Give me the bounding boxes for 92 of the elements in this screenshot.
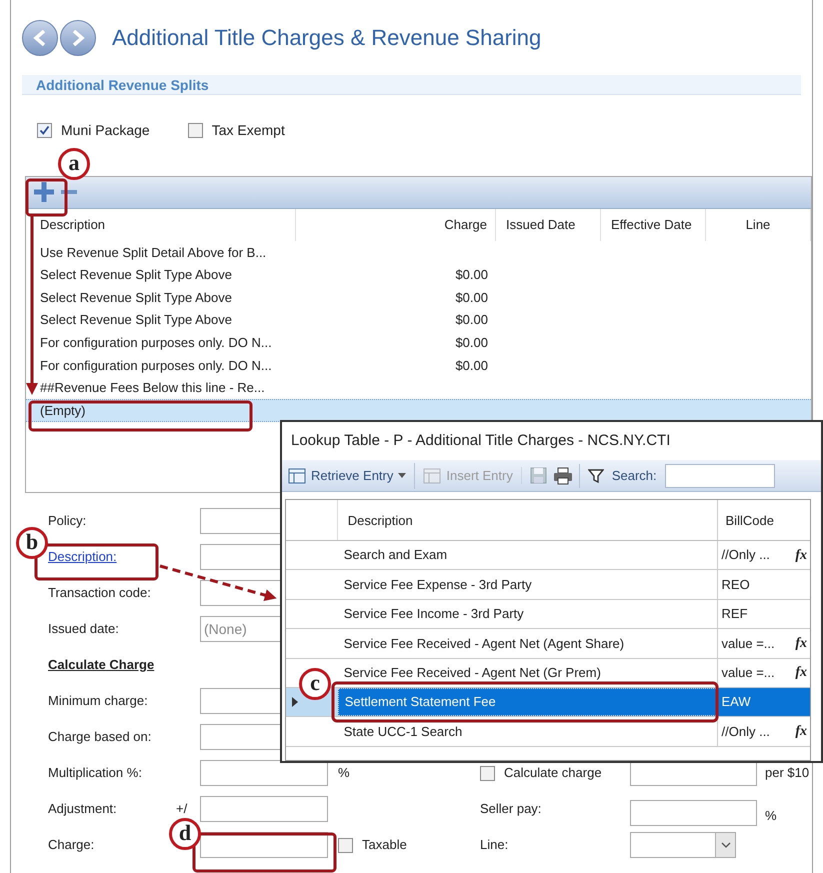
field-label: Seller pay: — [480, 800, 542, 818]
column-header[interactable]: Charge — [296, 209, 496, 241]
table-cell-text: //Only ... — [722, 722, 770, 741]
table-cell: Select Revenue Split Type Above — [40, 312, 232, 328]
table-cell[interactable]: Service Fee Expense - 3rd Party — [338, 570, 718, 599]
window-title: Additional Title Charges & Revenue Sharing — [112, 24, 542, 52]
description-link[interactable]: Description: — [48, 547, 117, 567]
checkbox-label: Calculate charge — [504, 764, 602, 782]
checkbox[interactable] — [37, 122, 52, 138]
table-cell-text: REO — [722, 576, 750, 594]
column-header[interactable]: Effective Date — [601, 209, 706, 241]
field-label: Charge based on: — [48, 728, 152, 746]
add-icon[interactable] — [32, 180, 56, 204]
field-label: Multiplication %: — [48, 764, 142, 782]
table-cell[interactable]: State UCC-1 Search — [338, 717, 718, 746]
table-cell: (Empty) — [40, 402, 86, 418]
section-heading: Calculate Charge — [48, 656, 154, 674]
section-title: Additional Revenue Splits — [36, 78, 209, 92]
table-row[interactable]: Service Fee Income - 3rd Party REF — [286, 600, 810, 630]
checkbox-label: Muni Package — [61, 120, 150, 140]
table-cell-text: $0.00 — [454, 356, 489, 375]
formula-icon: fx — [795, 544, 807, 566]
field-label: Issued date: — [48, 620, 119, 638]
column-header[interactable]: Line — [706, 209, 811, 241]
callout-badge: a — [58, 148, 90, 180]
table-cell: For configuration purposes only. DO N... — [40, 358, 272, 373]
chevron-down-icon — [720, 842, 730, 848]
input-field[interactable] — [200, 796, 328, 822]
table-cell[interactable]: Service Fee Income - 3rd Party — [338, 600, 718, 628]
forward-button[interactable] — [60, 20, 96, 56]
field-label: Charge: — [48, 836, 94, 854]
sign-label: +/ — [176, 800, 188, 818]
callout-badge: b — [16, 527, 48, 559]
formula-icon: fx — [795, 662, 807, 684]
table-cell: ##Revenue Fees Below this line - Re... — [40, 380, 265, 396]
retrieve-entry-button[interactable]: Retrieve Entry — [286, 462, 408, 488]
table-icon — [423, 468, 442, 484]
dialog-title: Lookup Table - P - Additional Title Charges - NCS.NY.CTI — [290, 431, 672, 451]
table-cell[interactable]: Service Fee Received - Agent Net (Gr Prem) — [338, 658, 718, 687]
table-row[interactable]: State UCC-1 Search //Only ... fx — [286, 717, 810, 747]
table-cell-text: EAW — [722, 693, 751, 712]
selected-row[interactable]: (Empty) — [26, 399, 811, 422]
dropdown[interactable] — [630, 832, 736, 858]
table-row[interactable]: Service Fee Expense - 3rd Party REO — [286, 570, 810, 600]
field-label: Adjustment: — [48, 800, 117, 818]
column-header[interactable]: Description — [338, 500, 718, 540]
table-cell: For configuration purposes only. DO N... — [40, 334, 272, 350]
checkbox-label: Tax Exempt — [212, 120, 285, 140]
table-cell-text: //Only ... — [722, 546, 770, 564]
column-header[interactable]: Issued Date — [496, 209, 601, 241]
table-cell-text: $0.00 — [454, 311, 489, 330]
current-row-icon — [292, 697, 298, 708]
table-cell-text: REF — [722, 605, 748, 624]
search-label: Search: — [612, 466, 657, 485]
back-button[interactable] — [22, 20, 58, 56]
table-cell-text: value =... — [722, 634, 775, 653]
field-label: Line: — [480, 836, 508, 854]
table-cell-text: $0.00 — [454, 266, 489, 284]
search-field[interactable] — [664, 464, 775, 488]
unit-label: % — [338, 764, 350, 782]
filter-icon[interactable] — [588, 468, 604, 484]
table-cell[interactable]: Service Fee Received - Agent Net (Agent Share) — [338, 629, 718, 658]
column-header[interactable]: Description — [26, 209, 296, 241]
input-field[interactable] — [630, 800, 757, 826]
formula-icon: fx — [795, 721, 807, 742]
selected-cell[interactable]: Settlement Statement Fee — [338, 688, 718, 716]
printer-icon[interactable] — [552, 466, 573, 484]
table-row[interactable]: Search and Exam //Only ... fx — [286, 541, 810, 570]
column-header[interactable]: BillCode — [718, 500, 810, 540]
table-cell-text: $0.00 — [454, 288, 489, 307]
unit-label: % — [765, 807, 777, 826]
table-cell: Use Revenue Split Detail Above for B... — [40, 244, 266, 260]
table-cell[interactable]: Search and Exam — [338, 541, 718, 570]
table-cell-text: $0.00 — [454, 334, 489, 352]
table-cell-text: value =... — [722, 664, 775, 682]
checkbox[interactable] — [338, 838, 353, 852]
callout-badge: d — [169, 818, 201, 850]
highlight-frame — [26, 178, 68, 216]
field-label: Minimum charge: — [48, 692, 148, 710]
table-row[interactable]: Service Fee Received - Agent Net (Agent Share) value =... fx — [286, 629, 810, 659]
checkbox[interactable] — [188, 122, 203, 138]
table-icon — [288, 468, 306, 484]
caret-icon — [398, 473, 406, 478]
field-label: Policy: — [48, 512, 86, 530]
checkbox-label: Taxable — [362, 836, 407, 854]
table-cell: Select Revenue Split Type Above — [40, 290, 232, 305]
unit-label: per $10 — [765, 764, 810, 782]
formula-icon: fx — [795, 632, 807, 654]
checkbox[interactable] — [480, 766, 495, 780]
field-label: Transaction code: — [48, 584, 151, 602]
table-cell: Select Revenue Split Type Above — [40, 267, 232, 282]
input-field[interactable] — [200, 760, 328, 786]
